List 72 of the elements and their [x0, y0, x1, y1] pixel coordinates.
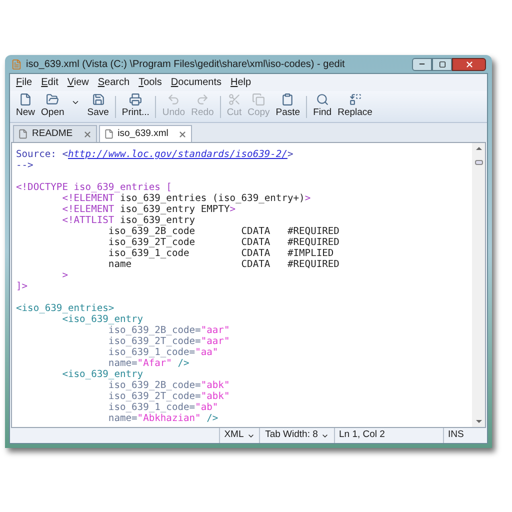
code-text: >: [287, 149, 294, 160]
toolbar-button[interactable]: Paste: [272, 92, 304, 120]
code-line: <!DOCTYPE iso_639_entries [: [16, 182, 172, 193]
app-icon: [11, 58, 22, 70]
insert-mode: INS: [443, 428, 487, 443]
link[interactable]: http://www.loc.gov/standards/iso639-2/: [68, 149, 288, 160]
menu-item[interactable]: View: [67, 75, 89, 90]
close-tab-icon[interactable]: [82, 130, 92, 138]
dropdown-caret-icon[interactable]: [71, 98, 80, 107]
code-line: ]>: [16, 281, 28, 292]
menu-item[interactable]: Documents: [170, 75, 222, 90]
scissors-icon: [228, 92, 241, 106]
menu-item[interactable]: Tools: [138, 75, 162, 90]
code-line: iso_639_1_code="ab": [107, 402, 218, 413]
menu-item[interactable]: Search: [98, 75, 130, 90]
file-icon: [19, 92, 32, 106]
close-icon: [464, 60, 474, 68]
magnifier-icon: [316, 92, 329, 106]
tab-label: iso_639.xml: [118, 126, 168, 141]
window-title: iso_639.xml (Vista (C:) \Program Files\gedit\share\xml\iso-codes) - gedit: [26, 58, 345, 72]
code-line: >: [61, 270, 68, 281]
scrollbar[interactable]: [472, 143, 485, 427]
document-tab[interactable]: iso_639.xml: [98, 125, 192, 142]
file-icon: [104, 129, 114, 139]
code-line: <!ELEMENT iso_639_entry EMPTY>: [61, 204, 236, 215]
toolbar-button[interactable]: Print...: [118, 92, 152, 120]
code-line: name CDATA #REQUIRED: [107, 259, 340, 270]
toolbar-button[interactable]: Save: [84, 92, 112, 120]
code-line: iso_639_1_code="aa": [107, 347, 218, 358]
code-line: iso_639_2B_code="abk": [107, 380, 230, 391]
replace-icon: [348, 92, 362, 106]
menu-item[interactable]: Edit: [41, 75, 58, 90]
clipboard-icon: [281, 92, 294, 106]
toolbar-button[interactable]: Find: [310, 92, 335, 120]
scroll-down-icon[interactable]: [476, 420, 482, 423]
code-line: <iso_639_entry: [61, 369, 144, 380]
code-line: <iso_639_entry: [61, 314, 144, 325]
maximize-button[interactable]: [432, 58, 452, 70]
code-line: iso_639_2T_code="abk": [107, 391, 230, 402]
document-tab[interactable]: README: [13, 125, 97, 142]
language-dropdown[interactable]: XML: [219, 428, 259, 443]
undo-arrow-icon: [167, 92, 180, 106]
code-line: iso_639_1_code CDATA #IMPLIED: [107, 248, 334, 259]
close-tab-icon[interactable]: [178, 130, 188, 138]
code-line: iso_639_2T_code="aar": [107, 336, 230, 347]
printer-icon: [129, 92, 142, 106]
code-line: <!ELEMENT iso_639_entries (iso_639_entry+)>: [61, 193, 311, 204]
menu-item[interactable]: Help: [230, 75, 252, 90]
file-icon: [18, 129, 28, 139]
maximize-icon: [438, 60, 446, 68]
code-line: <!ATTLIST iso_639_entry: [61, 215, 196, 226]
menu-item[interactable]: File: [16, 75, 32, 90]
code-line: name="Abkhazian" />: [107, 413, 218, 424]
code-line: iso_639_2T_code CDATA #REQUIRED: [107, 237, 340, 248]
copy-icon: [252, 92, 266, 106]
scroll-thumb[interactable]: [474, 160, 482, 165]
code-line: iso_639_2B_code CDATA #REQUIRED: [107, 226, 340, 237]
folder-icon: [46, 92, 60, 106]
code-line: name="Afar" />: [107, 358, 190, 369]
toolbar-button[interactable]: Open: [38, 92, 68, 120]
redo-arrow-icon: [196, 92, 209, 106]
code-line: -->: [16, 160, 34, 171]
scroll-up-icon[interactable]: [476, 147, 482, 150]
cursor-position: Ln 1, Col 2: [334, 428, 443, 443]
code-text: Source: <: [16, 149, 68, 160]
toolbar-button[interactable]: New: [13, 92, 38, 120]
close-button[interactable]: [452, 58, 486, 70]
code-line: <iso_639_entries>: [16, 303, 114, 314]
code-line: iso_639_2B_code="aar": [107, 325, 230, 336]
tab-label: README: [32, 126, 73, 141]
toolbar-button[interactable]: Replace: [334, 92, 376, 120]
tab-width-dropdown[interactable]: Tab Width: 8: [259, 428, 334, 443]
